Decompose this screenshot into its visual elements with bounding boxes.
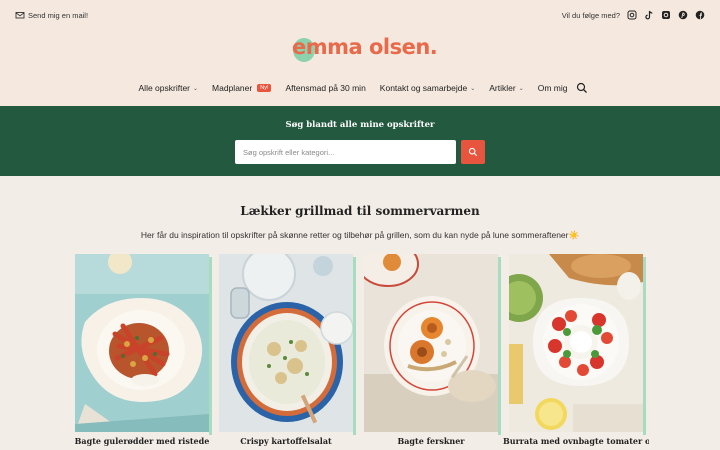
social-bar: Vil du følge med?: [562, 10, 705, 20]
pinterest-icon[interactable]: [678, 10, 688, 20]
top-header: Send mig en mail! Vil du følge med? emma…: [0, 0, 720, 106]
chevron-down-icon: ⌄: [470, 85, 476, 92]
card-accent: [209, 257, 212, 435]
recipe-title[interactable]: Burrata med ovnbagte tomater og: [503, 436, 649, 446]
hero-title: Søg blandt alle mine opskrifter: [285, 120, 435, 130]
site-logo[interactable]: emma olsen.: [292, 35, 438, 65]
nav-item-dinner-30[interactable]: Aftensmad på 30 min: [278, 83, 372, 93]
new-badge: Ny!: [257, 84, 272, 92]
instagram-icon[interactable]: [661, 10, 671, 20]
recipe-search-input[interactable]: [235, 140, 456, 164]
mail-label: Send mig en mail!: [28, 10, 89, 20]
nav-item-about[interactable]: Om mig: [531, 83, 575, 93]
facebook-icon[interactable]: [695, 10, 705, 20]
nav-item-contact[interactable]: Kontakt og samarbejde ⌄: [373, 83, 482, 93]
recipe-image[interactable]: [364, 254, 498, 432]
recipe-image[interactable]: [219, 254, 353, 432]
instagram-icon[interactable]: [627, 10, 637, 20]
recipe-image[interactable]: [509, 254, 643, 432]
nav-item-label: Aftensmad på 30 min: [285, 83, 366, 93]
nav-item-label: Madplaner: [212, 83, 253, 93]
nav-item-articles[interactable]: Artikler ⌄: [482, 83, 530, 93]
search-submit-button[interactable]: [461, 140, 485, 164]
nav-item-label: Alle opskrifter: [138, 83, 191, 93]
recipe-title[interactable]: Bagte ferskner: [358, 436, 504, 446]
chevron-down-icon: ⌄: [193, 85, 199, 92]
recipe-title[interactable]: Crispy kartoffelsalat: [213, 436, 359, 446]
search-icon[interactable]: [576, 82, 588, 94]
follow-label: Vil du følge med?: [561, 10, 620, 20]
section-description: Her får du inspiration til opskrifter på…: [140, 230, 580, 240]
recipe-image[interactable]: [75, 254, 209, 432]
main-nav: Alle opskrifter ⌄ Madplaner Ny! Aftensma…: [0, 82, 720, 94]
logo-text: emma olsen.: [292, 35, 438, 59]
nav-item-label: Kontakt og samarbejde: [379, 83, 468, 93]
card-accent: [643, 257, 646, 435]
nav-item-all-recipes[interactable]: Alle opskrifter ⌄: [132, 83, 206, 93]
card-accent: [498, 257, 501, 435]
chevron-down-icon: ⌄: [518, 85, 524, 92]
mail-icon: [15, 12, 25, 19]
nav-item-label: Om mig: [537, 83, 568, 93]
tiktok-icon[interactable]: [644, 10, 654, 20]
nav-item-label: Artikler: [489, 83, 516, 93]
card-accent: [353, 257, 356, 435]
mail-link[interactable]: Send mig en mail!: [15, 10, 88, 20]
section-title: Lækker grillmad til sommervarmen: [240, 204, 480, 218]
recipe-title[interactable]: Bagte gulerødder med ristede: [69, 436, 215, 446]
nav-item-mealplans[interactable]: Madplaner Ny!: [205, 83, 278, 93]
search-icon: [468, 147, 478, 157]
